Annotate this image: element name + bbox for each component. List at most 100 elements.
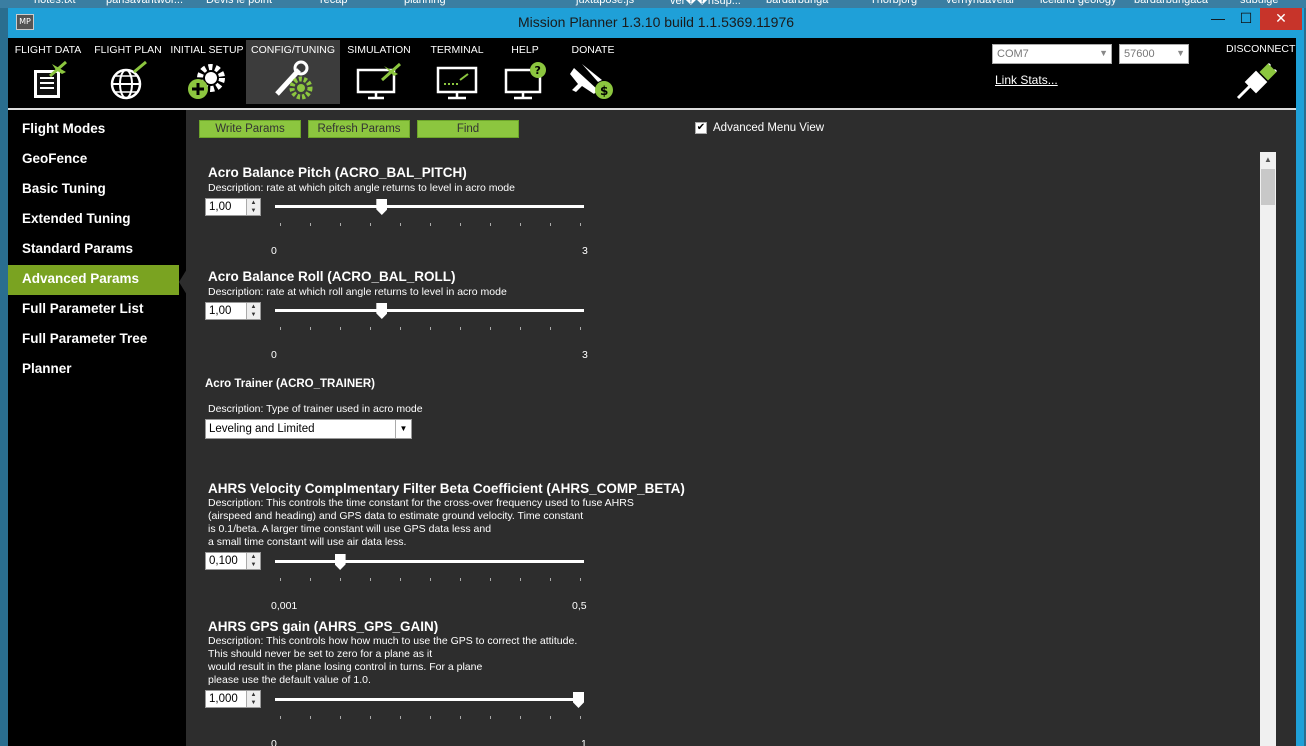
param-slider[interactable] <box>275 205 584 208</box>
sidebar-item-full-parameter-tree[interactable]: Full Parameter Tree <box>8 325 186 355</box>
spin-up-icon[interactable]: ▲ <box>247 303 260 311</box>
slider-tick <box>280 578 281 581</box>
slider-tick <box>460 223 461 226</box>
svg-text:$: $ <box>600 84 608 98</box>
spin-up-icon[interactable]: ▲ <box>247 199 260 207</box>
slider-tick <box>280 223 281 226</box>
slider-ticks <box>280 716 582 720</box>
help-label: HELP <box>511 44 539 56</box>
chevron-down-icon[interactable]: ▼ <box>395 420 411 438</box>
refresh-params-button[interactable]: Refresh Params <box>308 120 410 138</box>
simulation-icon <box>356 62 401 100</box>
desktop-icon-label[interactable]: Devis le point <box>206 0 272 6</box>
desktop-icon-label[interactable]: notes.txt <box>34 0 76 6</box>
sidebar-item-full-parameter-list[interactable]: Full Parameter List <box>8 295 186 325</box>
advanced-menu-view-checkbox[interactable]: ✔ <box>695 122 707 134</box>
donate-button[interactable]: DONATE $ <box>554 40 632 104</box>
slider-thumb[interactable] <box>573 692 584 708</box>
slider-thumb[interactable] <box>376 199 388 215</box>
initial-setup-label: INITIAL SETUP <box>170 44 244 56</box>
desktop-icon-label[interactable]: planning <box>404 0 446 6</box>
desktop-icon-label[interactable]: recap <box>320 0 348 6</box>
desktop-icon-label[interactable]: bardarbungaca <box>1134 0 1208 6</box>
param-value-spinner[interactable]: 1,000 ▲ ▼ <box>205 690 261 708</box>
slider-tick <box>460 716 461 719</box>
slider-max-label: 0,5 <box>572 600 587 612</box>
spin-up-icon[interactable]: ▲ <box>247 691 260 699</box>
sidebar-item-flight-modes[interactable]: Flight Modes <box>8 115 186 145</box>
title-bar[interactable]: MP Mission Planner 1.3.10 build 1.1.5369… <box>8 8 1304 38</box>
scrollbar-thumb[interactable] <box>1261 169 1275 205</box>
slider-tick <box>520 327 521 330</box>
desktop-icon-label[interactable]: pansavantwor... <box>106 0 183 6</box>
slider-tick <box>490 327 491 330</box>
spin-down-icon[interactable]: ▼ <box>247 699 260 707</box>
desktop-icon-label[interactable]: vernyndavelar <box>946 0 1015 6</box>
spin-down-icon[interactable]: ▼ <box>247 561 260 569</box>
initial-setup-icon <box>188 64 225 99</box>
slider-tick <box>550 578 551 581</box>
link-stats-link[interactable]: Link Stats... <box>995 73 1058 87</box>
terminal-button[interactable]: TERMINAL <box>418 40 496 104</box>
config-tuning-button[interactable]: CONFIG/TUNING <box>246 40 340 104</box>
desktop-icon-label[interactable]: iceland geology <box>1040 0 1116 6</box>
desktop-icon-strip: notes.txt pansavantwor... Devis le point re… <box>0 0 1306 8</box>
sidebar-item-extended-tuning[interactable]: Extended Tuning <box>8 205 186 235</box>
vertical-scrollbar[interactable]: ▲ <box>1260 152 1276 746</box>
close-button[interactable]: ✕ <box>1260 8 1302 30</box>
spinner-arrows[interactable]: ▲ ▼ <box>246 553 260 569</box>
slider-tick <box>370 327 371 330</box>
spinner-arrows[interactable]: ▲ ▼ <box>246 199 260 215</box>
slider-tick <box>490 223 491 226</box>
sidebar-item-planner[interactable]: Planner <box>8 355 186 385</box>
sidebar-item-standard-params[interactable]: Standard Params <box>8 235 186 265</box>
slider-tick <box>520 578 521 581</box>
desktop-icon-label[interactable]: bardarbunga <box>766 0 828 6</box>
desktop-icon-label[interactable]: Thorbjorg <box>870 0 917 6</box>
desktop-icon-label[interactable]: ver��nsup... <box>670 0 741 7</box>
spinner-arrows[interactable]: ▲ ▼ <box>246 303 260 319</box>
slider-thumb[interactable] <box>334 554 346 570</box>
param-value-spinner[interactable]: 1,00 ▲ ▼ <box>205 302 261 320</box>
minimize-button[interactable]: — <box>1204 8 1232 30</box>
flight-plan-button[interactable]: FLIGHT PLAN <box>88 40 168 104</box>
param-title: AHRS Velocity Complmentary Filter Beta C… <box>208 481 685 496</box>
param-slider[interactable] <box>275 560 584 563</box>
param-description: Description: rate at which pitch angle r… <box>208 182 515 194</box>
sidebar-item-advanced-params[interactable]: Advanced Params <box>8 265 179 295</box>
param-slider[interactable] <box>275 309 584 312</box>
acro-trainer-select[interactable]: Leveling and Limited ▼ <box>205 419 412 439</box>
slider-tick <box>460 578 461 581</box>
find-button[interactable]: Find <box>417 120 519 138</box>
maximize-button[interactable]: ☐ <box>1232 8 1260 30</box>
spin-down-icon[interactable]: ▼ <box>247 207 260 215</box>
desktop-icon-label[interactable]: subuige <box>1240 0 1279 6</box>
slider-ticks <box>280 578 582 582</box>
slider-tick <box>310 327 311 330</box>
plug-icon[interactable] <box>1234 58 1284 102</box>
spinner-arrows[interactable]: ▲ ▼ <box>246 691 260 707</box>
baud-rate-select[interactable]: 57600 ▼ <box>1119 44 1189 64</box>
flight-data-button[interactable]: FLIGHT DATA <box>8 40 88 104</box>
help-button[interactable]: HELP ? <box>496 40 554 104</box>
sidebar-item-basic-tuning[interactable]: Basic Tuning <box>8 175 186 205</box>
com-port-select[interactable]: COM7 ▼ <box>992 44 1112 64</box>
simulation-button[interactable]: SIMULATION <box>340 40 418 104</box>
disconnect-label[interactable]: DISCONNECT <box>1226 43 1295 55</box>
com-port-value: COM7 <box>997 48 1029 60</box>
param-value-spinner[interactable]: 1,00 ▲ ▼ <box>205 198 261 216</box>
initial-setup-button[interactable]: INITIAL SETUP <box>168 40 246 104</box>
spin-up-icon[interactable]: ▲ <box>247 553 260 561</box>
write-params-button[interactable]: Write Params <box>199 120 301 138</box>
desktop-icon-label[interactable]: juxtapose.js <box>576 0 634 6</box>
help-icon: ? <box>504 62 546 100</box>
spin-down-icon[interactable]: ▼ <box>247 311 260 319</box>
sidebar-item-geofence[interactable]: GeoFence <box>8 145 186 175</box>
scroll-up-icon[interactable]: ▲ <box>1260 152 1276 168</box>
param-value: 0,100 <box>209 555 238 567</box>
slider-thumb[interactable] <box>376 303 388 319</box>
param-slider[interactable] <box>275 698 584 701</box>
slider-tick <box>550 223 551 226</box>
svg-text:?: ? <box>535 64 541 77</box>
param-value-spinner[interactable]: 0,100 ▲ ▼ <box>205 552 261 570</box>
